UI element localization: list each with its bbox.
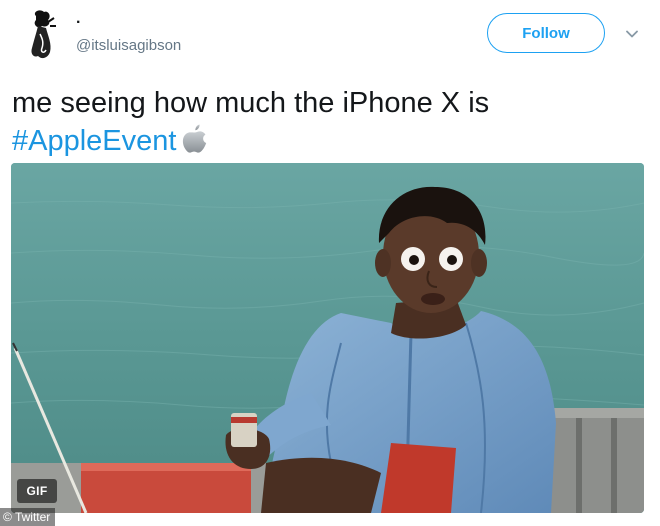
gif-image [11,163,644,513]
follow-button[interactable]: Follow [487,13,605,53]
apple-logo-icon [182,123,208,155]
avatar[interactable] [22,8,62,62]
display-name[interactable]: . [76,10,80,28]
avatar-image [22,8,62,62]
hashtag-link[interactable]: #AppleEvent [12,122,176,160]
tweet-text: me seeing how much the iPhone X is #Appl… [12,84,642,160]
image-credit: © Twitter [0,508,56,526]
tweet-media-gif[interactable] [11,163,644,513]
more-options-button[interactable] [624,26,640,42]
gif-badge: GIF [17,479,57,503]
user-handle[interactable]: @itsluisagibson [76,37,181,55]
tweet-text-line: me seeing how much the iPhone X is [12,87,490,119]
chevron-down-icon [626,30,638,38]
tweet-text-line-hashtag: #AppleEvent [12,122,642,160]
